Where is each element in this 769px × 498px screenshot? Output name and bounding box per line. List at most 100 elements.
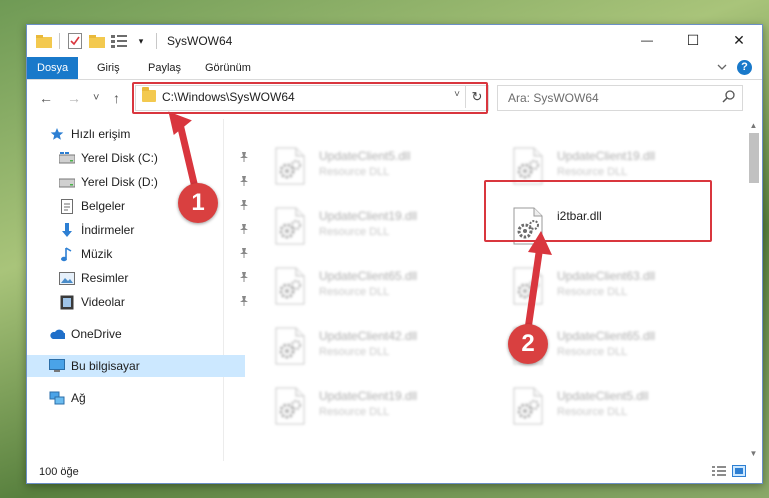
sidebar-item-label: İndirmeler bbox=[81, 223, 135, 237]
file-type: Resource DLL bbox=[319, 166, 390, 178]
sidebar-item-label: Resimler bbox=[81, 271, 129, 285]
drive-icon bbox=[59, 150, 75, 166]
file-type: Resource DLL bbox=[319, 346, 390, 358]
file-type: Resource DLL bbox=[319, 286, 390, 298]
search-icon[interactable] bbox=[722, 89, 736, 106]
file-item[interactable]: UpdateClient5.dll Resource DLL bbox=[489, 385, 709, 429]
star-icon bbox=[49, 126, 65, 142]
view-menu-icon[interactable] bbox=[110, 32, 128, 50]
file-item[interactable]: UpdateClient19.dll Resource DLL bbox=[251, 385, 471, 429]
step-2-badge: 2 bbox=[508, 324, 548, 364]
file-list: UpdateClient5.dll Resource DLL UpdateClien… bbox=[227, 119, 737, 461]
maximize-button[interactable]: ☐ bbox=[670, 25, 716, 55]
folder-icon bbox=[35, 32, 53, 50]
tab-file[interactable]: Dosya bbox=[27, 57, 79, 79]
close-button[interactable]: ✕ bbox=[716, 25, 762, 55]
back-button[interactable]: ← bbox=[39, 90, 53, 106]
cloud-icon bbox=[49, 326, 65, 342]
dll-file-icon bbox=[275, 207, 305, 245]
large-icons-view-icon[interactable] bbox=[732, 465, 746, 480]
network-icon bbox=[49, 390, 65, 406]
sidebar-item-label: Yerel Disk (D:) bbox=[81, 175, 158, 189]
item-count: 100 öğe bbox=[39, 466, 79, 478]
sidebar-item-label: Bu bilgisayar bbox=[71, 359, 140, 373]
video-icon bbox=[59, 294, 75, 310]
picture-icon bbox=[59, 270, 75, 286]
help-icon[interactable]: ? bbox=[737, 60, 752, 75]
file-type: Resource DLL bbox=[319, 226, 390, 238]
sidebar-item-local-disk-c[interactable]: Yerel Disk (C:) bbox=[27, 147, 255, 169]
file-name: UpdateClient5.dll bbox=[319, 149, 411, 163]
step-1-badge: 1 bbox=[178, 183, 218, 223]
sidebar-item-network[interactable]: Ağ bbox=[27, 387, 245, 409]
file-item[interactable]: UpdateClient5.dll Resource DLL bbox=[251, 145, 471, 189]
computer-icon bbox=[49, 358, 65, 374]
file-type: Resource DLL bbox=[557, 166, 628, 178]
file-item[interactable]: UpdateClient63.dll Resource DLL bbox=[489, 265, 709, 309]
tab-home[interactable]: Giriş bbox=[87, 57, 130, 79]
file-type: Resource DLL bbox=[557, 346, 628, 358]
sidebar-item-label: Müzik bbox=[81, 247, 113, 261]
music-icon bbox=[59, 246, 75, 262]
scrollbar-thumb[interactable] bbox=[749, 133, 759, 183]
sidebar-item-label: Yerel Disk (C:) bbox=[81, 151, 158, 165]
file-name: UpdateClient5.dll bbox=[557, 389, 649, 403]
sidebar-item-this-pc[interactable]: Bu bilgisayar bbox=[27, 355, 245, 377]
dll-file-icon bbox=[513, 267, 543, 305]
recent-locations-button[interactable]: ˅ bbox=[93, 92, 99, 104]
tab-view[interactable]: Görünüm bbox=[195, 57, 261, 79]
download-icon bbox=[59, 222, 75, 238]
window-controls: — ☐ ✕ bbox=[624, 25, 762, 55]
toolbar-separator bbox=[59, 33, 60, 49]
file-type: Resource DLL bbox=[319, 406, 390, 418]
search-input[interactable]: Ara: SysWOW64 bbox=[508, 91, 599, 105]
file-type: Resource DLL bbox=[557, 406, 628, 418]
dll-file-icon bbox=[275, 267, 305, 305]
sidebar-item-label: Belgeler bbox=[81, 199, 126, 213]
file-name: UpdateClient19.dll bbox=[319, 209, 418, 223]
sidebar-item-label: OneDrive bbox=[71, 327, 122, 341]
properties-icon[interactable] bbox=[66, 32, 84, 50]
scroll-down-arrow[interactable]: ▼ bbox=[745, 447, 762, 461]
new-folder-icon[interactable] bbox=[88, 32, 106, 50]
sidebar-item-label: Ağ bbox=[71, 391, 86, 405]
file-item[interactable]: UpdateClient19.dll Resource DLL bbox=[251, 205, 471, 249]
file-highlight bbox=[484, 180, 712, 242]
file-name: UpdateClient65.dll bbox=[319, 269, 418, 283]
dll-file-icon bbox=[513, 387, 543, 425]
scroll-up-arrow[interactable]: ▲ bbox=[745, 119, 762, 133]
sidebar-item-music[interactable]: Müzik bbox=[27, 243, 255, 265]
vertical-scrollbar[interactable]: ▲ ▼ bbox=[745, 119, 762, 461]
sidebar-item-onedrive[interactable]: OneDrive bbox=[27, 323, 245, 345]
sidebar-item-label: Videolar bbox=[81, 295, 125, 309]
dll-file-icon bbox=[275, 387, 305, 425]
file-name: UpdateClient19.dll bbox=[319, 389, 418, 403]
file-item[interactable]: UpdateClient42.dll Resource DLL bbox=[251, 325, 471, 369]
sidebar-item-quick-access[interactable]: Hızlı erişim bbox=[27, 123, 245, 145]
sidebar-item-pictures[interactable]: Resimler bbox=[27, 267, 255, 289]
forward-button[interactable]: → bbox=[67, 90, 81, 106]
details-view-icon[interactable] bbox=[712, 465, 726, 480]
status-bar: 100 öğe bbox=[27, 461, 762, 483]
sidebar-item-local-disk-d[interactable]: Yerel Disk (D:) bbox=[27, 171, 255, 193]
ribbon-tabs: Dosya Giriş Paylaş Görünüm ? bbox=[27, 57, 762, 80]
toolbar-separator bbox=[156, 33, 157, 49]
tab-share[interactable]: Paylaş bbox=[138, 57, 191, 79]
window-title: SysWOW64 bbox=[167, 34, 233, 48]
file-name: UpdateClient42.dll bbox=[319, 329, 418, 343]
customize-toolbar-icon[interactable]: ▾ bbox=[132, 32, 150, 50]
quick-access-toolbar: ▾ bbox=[35, 32, 159, 50]
up-button[interactable]: ↑ bbox=[113, 90, 120, 106]
file-type: Resource DLL bbox=[557, 286, 628, 298]
search-box[interactable]: Ara: SysWOW64 bbox=[497, 85, 743, 111]
ribbon-expand-icon[interactable] bbox=[716, 61, 728, 75]
file-name: UpdateClient19.dll bbox=[557, 149, 656, 163]
file-name: UpdateClient63.dll bbox=[557, 269, 656, 283]
minimize-button[interactable]: — bbox=[624, 25, 670, 55]
sidebar-item-label: Hızlı erişim bbox=[71, 127, 131, 141]
dll-file-icon bbox=[275, 327, 305, 365]
file-item[interactable]: UpdateClient65.dll Resource DLL bbox=[251, 265, 471, 309]
sidebar-item-downloads[interactable]: İndirmeler bbox=[27, 219, 255, 241]
sidebar-item-videos[interactable]: Videolar bbox=[27, 291, 255, 313]
sidebar-item-documents[interactable]: Belgeler bbox=[27, 195, 255, 217]
